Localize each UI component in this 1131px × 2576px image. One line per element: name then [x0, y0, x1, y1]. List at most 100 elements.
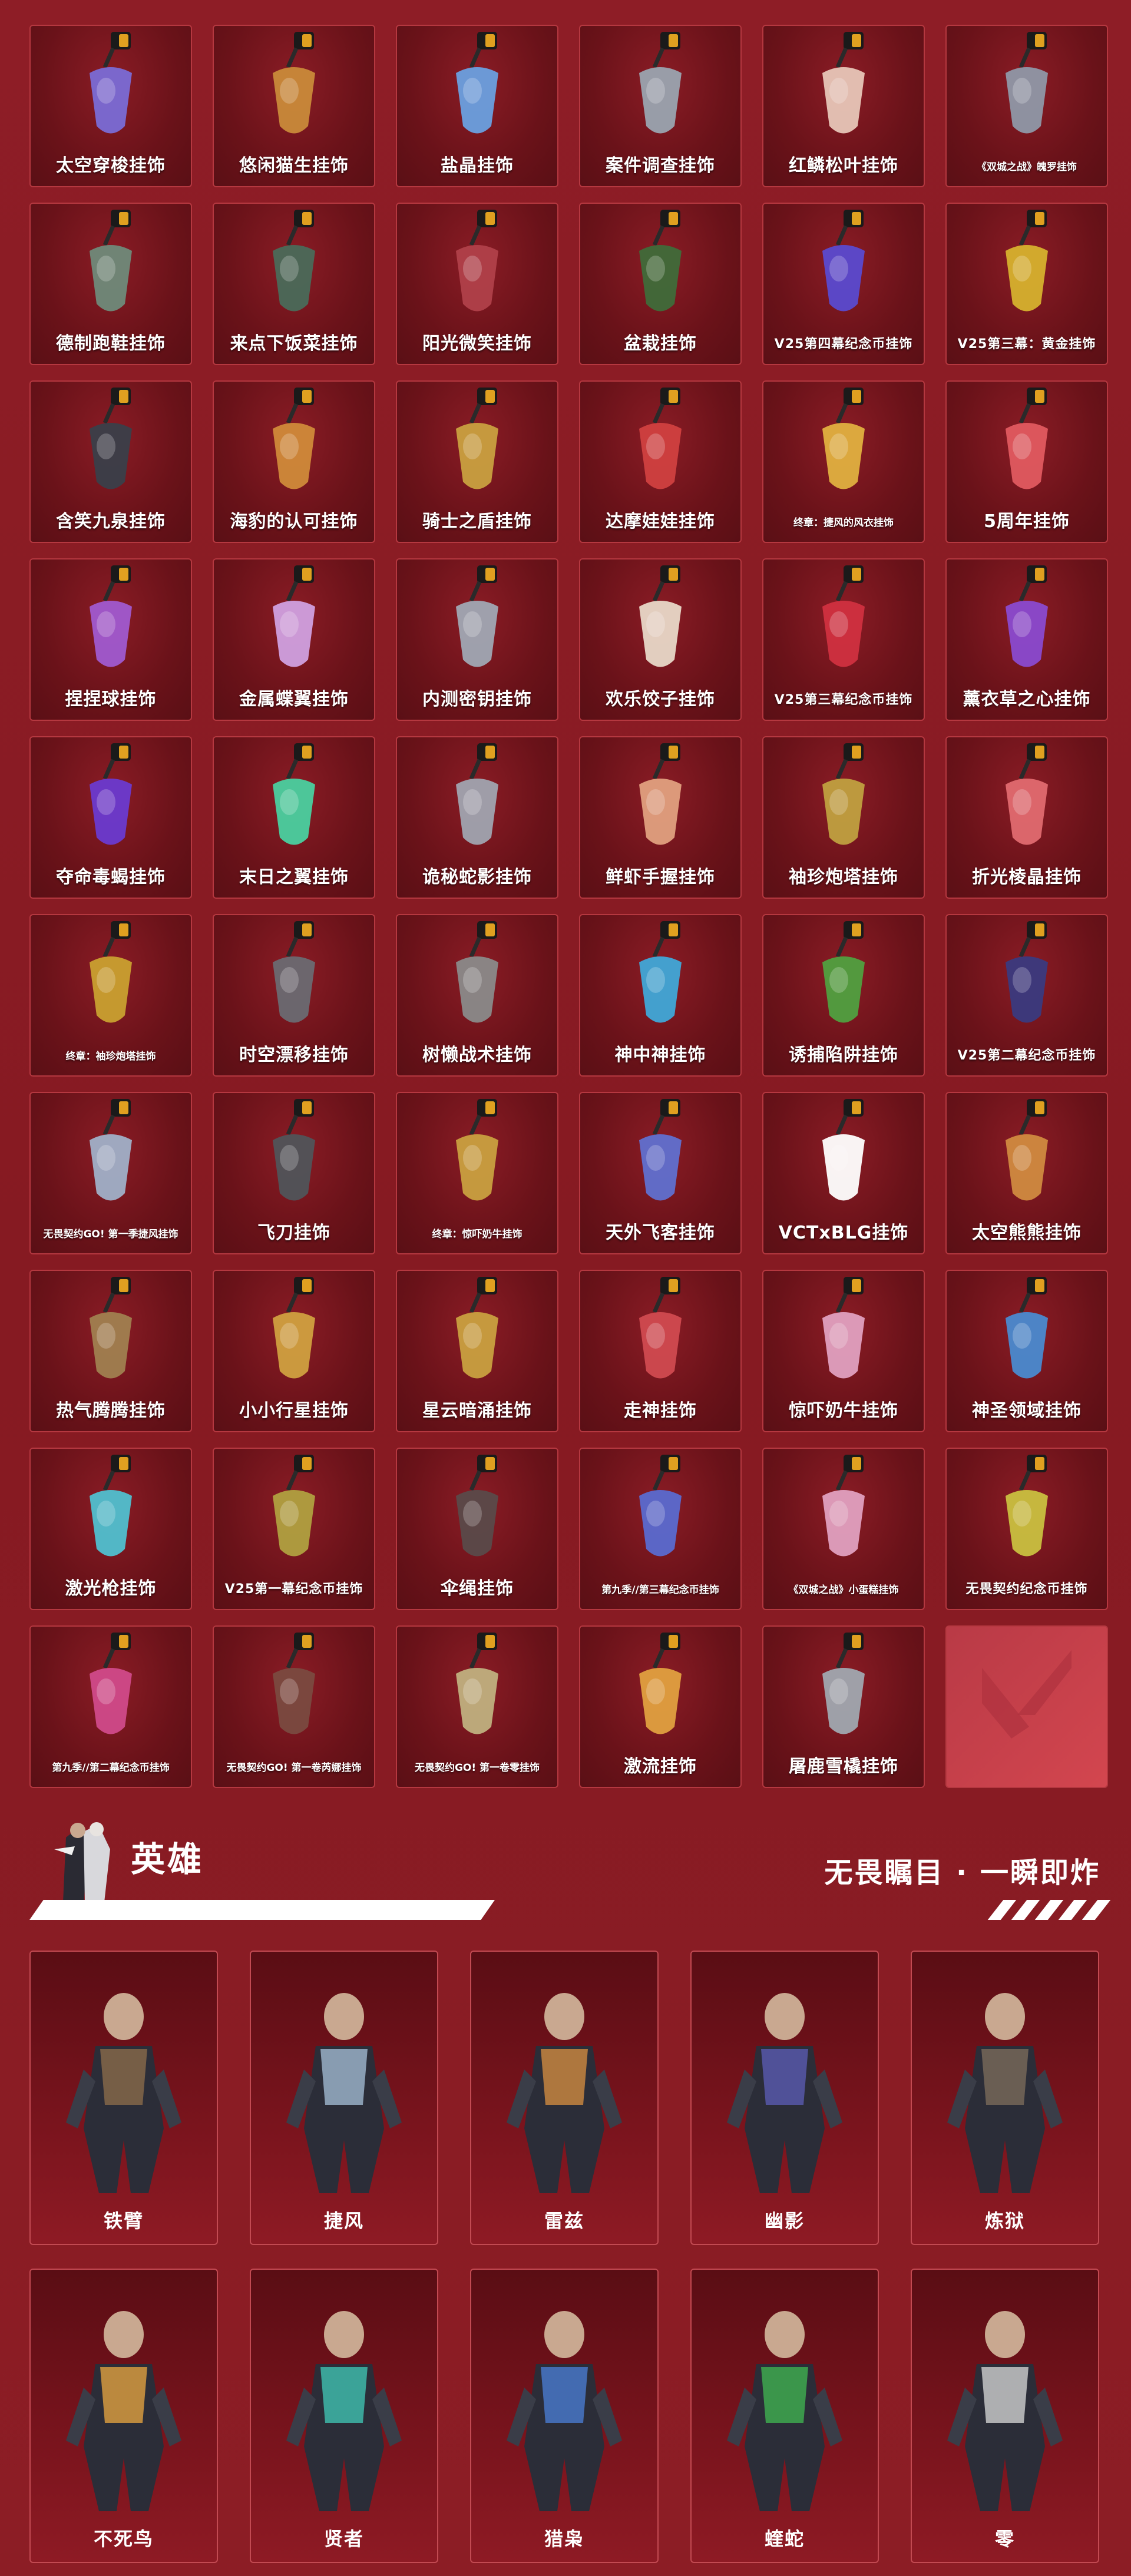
charm-label: 骑士之盾挂饰 [422, 511, 532, 532]
charm-card[interactable]: 终章：捷风的风衣挂饰 [762, 380, 925, 543]
charm-card[interactable]: 无畏契约纪念币挂饰 [945, 1448, 1108, 1610]
charm-card[interactable]: 无畏契约GO! 第一卷芮娜挂饰 [213, 1625, 375, 1788]
charm-label: 薰衣草之心挂饰 [963, 689, 1091, 710]
agent-card[interactable]: 不死鸟 [29, 2269, 218, 2563]
charm-card[interactable]: 神中神挂饰 [579, 914, 742, 1077]
charm-card[interactable]: 5周年挂饰 [945, 380, 1108, 543]
charm-label: 欢乐饺子挂饰 [606, 689, 715, 710]
charm-card[interactable]: 激流挂饰 [579, 1625, 742, 1788]
charm-card[interactable]: 走神挂饰 [579, 1270, 742, 1432]
agent-name: 幽影 [764, 2210, 805, 2232]
charm-label: 案件调查挂饰 [606, 155, 715, 176]
charm-card[interactable]: 诱捕陷阱挂饰 [762, 914, 925, 1077]
charm-card[interactable]: 屠鹿雪橇挂饰 [762, 1625, 925, 1788]
charm-card[interactable]: 热气腾腾挂饰 [29, 1270, 192, 1432]
charm-card[interactable]: 树懒战术挂饰 [396, 914, 558, 1077]
seal-charm-icon [273, 388, 315, 489]
charm-card[interactable]: 终章：袖珍炮塔挂饰 [29, 914, 192, 1077]
charm-card[interactable]: VCTxBLG挂饰 [762, 1092, 925, 1254]
charm-card[interactable]: 《双城之战》小蛋糕挂饰 [762, 1448, 925, 1610]
charm-card[interactable]: 欢乐饺子挂饰 [579, 558, 742, 721]
charm-card[interactable]: 惊吓奶牛挂饰 [762, 1270, 925, 1432]
charm-card[interactable]: V25第三幕纪念币挂饰 [762, 558, 925, 721]
charm-card[interactable]: 盐晶挂饰 [396, 25, 558, 187]
agent-card[interactable]: 零 [911, 2269, 1099, 2563]
charm-label: 无畏契约GO! 第一卷芮娜挂饰 [226, 1762, 362, 1774]
sloth-charm-icon [456, 921, 498, 1023]
charm-label: 无畏契约纪念币挂饰 [965, 1582, 1088, 1597]
charm-card[interactable]: 达摩娃娃挂饰 [579, 380, 742, 543]
agent-card[interactable]: 捷风 [250, 1951, 438, 2245]
charm-card[interactable]: 神圣领域挂饰 [945, 1270, 1108, 1432]
charm-card[interactable]: 飞刀挂饰 [213, 1092, 375, 1254]
charm-card[interactable]: 时空漂移挂饰 [213, 914, 375, 1077]
charm-card[interactable]: V25第四幕纪念币挂饰 [762, 203, 925, 365]
charm-card[interactable]: 太空穿梭挂饰 [29, 25, 192, 187]
agent-card[interactable]: 蝰蛇 [690, 2269, 879, 2563]
charm-card[interactable]: 星云暗涌挂饰 [396, 1270, 558, 1432]
charm-card[interactable]: 德制跑鞋挂饰 [29, 203, 192, 365]
charm-card[interactable]: 盆栽挂饰 [579, 203, 742, 365]
v25-coin-i-charm-icon [273, 1455, 315, 1557]
nebula-charm-icon [456, 1277, 498, 1379]
charm-card[interactable]: 第九季//第三幕纪念币挂饰 [579, 1448, 742, 1610]
charm-label: 小小行星挂饰 [239, 1400, 349, 1421]
charm-card[interactable]: 内测密钥挂饰 [396, 558, 558, 721]
paracord-charm-icon [456, 1455, 498, 1557]
charm-card[interactable]: 第九季//第二幕纪念币挂饰 [29, 1625, 192, 1788]
charm-card[interactable]: 天外飞客挂饰 [579, 1092, 742, 1254]
charm-card[interactable]: 终章：惊吓奶牛挂饰 [396, 1092, 558, 1254]
agent-card[interactable]: 幽影 [690, 1951, 879, 2245]
charm-card[interactable]: 太空熊熊挂饰 [945, 1092, 1108, 1254]
charm-card[interactable]: 悠闲猫生挂饰 [213, 25, 375, 187]
charm-card[interactable]: 末日之翼挂饰 [213, 736, 375, 899]
charm-card[interactable]: V25第三幕：黄金挂饰 [945, 203, 1108, 365]
charm-card[interactable]: 小小行星挂饰 [213, 1270, 375, 1432]
snake-charm-icon [456, 743, 498, 845]
jacket-charm-icon [822, 388, 865, 489]
agent-card[interactable]: 贤者 [250, 2269, 438, 2563]
agent-name: 雷兹 [544, 2210, 584, 2232]
charm-label: V25第四幕纪念币挂饰 [774, 337, 913, 352]
charm-card[interactable]: 无畏契约GO! 第一季捷风挂饰 [29, 1092, 192, 1254]
charm-card[interactable]: 夺命毒蝎挂饰 [29, 736, 192, 899]
charm-card[interactable]: 鲜虾手握挂饰 [579, 736, 742, 899]
v25-gold-charm-icon [1006, 210, 1048, 312]
charm-card[interactable]: 含笑九泉挂饰 [29, 380, 192, 543]
agent-card[interactable]: 雷兹 [470, 1951, 659, 2245]
charm-card[interactable]: 海豹的认可挂饰 [213, 380, 375, 543]
charm-label: 盆栽挂饰 [624, 333, 697, 354]
five-year-charm-icon [1006, 388, 1048, 489]
charm-card[interactable]: 红鳞松叶挂饰 [762, 25, 925, 187]
charm-card[interactable]: 薰衣草之心挂饰 [945, 558, 1108, 721]
charm-card[interactable]: V25第二幕纪念币挂饰 [945, 914, 1108, 1077]
charm-card[interactable]: 伞绳挂饰 [396, 1448, 558, 1610]
charm-card[interactable]: 阳光微笑挂饰 [396, 203, 558, 365]
charm-card[interactable]: 来点下饭菜挂饰 [213, 203, 375, 365]
charm-card[interactable]: 折光棱晶挂饰 [945, 736, 1108, 899]
charm-label: 第九季//第二幕纪念币挂饰 [52, 1762, 170, 1774]
agent-name: 不死鸟 [93, 2528, 154, 2550]
gold-turret-charm-icon [90, 921, 132, 1023]
v25-coin-iii-charm-icon [822, 565, 865, 667]
charm-card[interactable]: 《双城之战》魄罗挂饰 [945, 25, 1108, 187]
charm-card[interactable]: V25第一幕纪念币挂饰 [213, 1448, 375, 1610]
viper-portrait-icon [727, 2311, 842, 2511]
jett-portrait-icon [286, 1993, 402, 2193]
agent-card[interactable]: 猎枭 [470, 2269, 659, 2563]
charm-card[interactable]: 诡秘蛇影挂饰 [396, 736, 558, 899]
charm-card[interactable]: 无畏契约GO! 第一卷零挂饰 [396, 1625, 558, 1788]
charm-label: 盐晶挂饰 [441, 155, 514, 176]
charm-card[interactable]: 案件调查挂饰 [579, 25, 742, 187]
charm-card[interactable]: 袖珍炮塔挂饰 [762, 736, 925, 899]
charm-card[interactable]: 激光枪挂饰 [29, 1448, 192, 1610]
charm-card[interactable]: 捏捏球挂饰 [29, 558, 192, 721]
charm-card[interactable]: 骑士之盾挂饰 [396, 380, 558, 543]
charm-card[interactable]: 金属蝶翼挂饰 [213, 558, 375, 721]
hero-stripes-right [987, 1900, 1113, 1920]
agent-card[interactable]: 铁臂 [29, 1951, 218, 2245]
charm-label: 终章：捷风的风衣挂饰 [793, 517, 894, 529]
raze-portrait-icon [507, 1993, 622, 2193]
valorant-coin-charm-icon [1006, 1455, 1048, 1557]
agent-card[interactable]: 炼狱 [911, 1951, 1099, 2245]
